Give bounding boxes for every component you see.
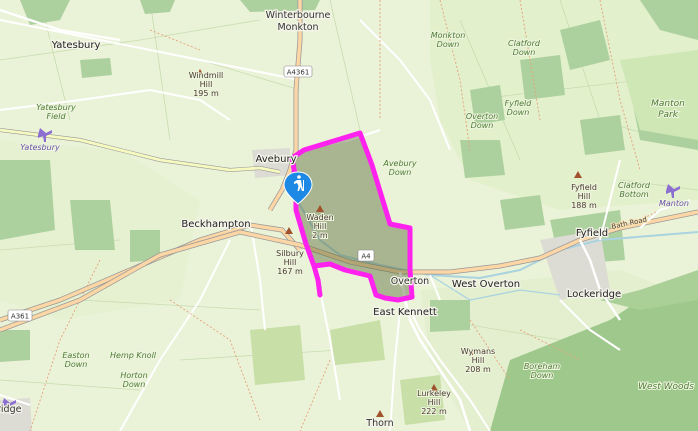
road-shield-a4: A4	[357, 249, 375, 262]
natural-label-avebury-down-2: Down	[389, 168, 412, 177]
hill-label-lurkeley-type: Hill	[428, 398, 441, 407]
hill-label-silbury-type: Hill	[284, 258, 297, 267]
natural-label-horton-down-2: Down	[123, 380, 146, 389]
natural-label-fyfield-down-2: Down	[507, 108, 530, 117]
road-ref-a4361: A4361	[287, 69, 310, 77]
place-label-manton: Manton	[651, 99, 685, 109]
place-label-fyfield: Fyfield	[576, 228, 608, 239]
natural-label-monkton-down-1: Monkton	[431, 31, 466, 40]
hill-label-fyfield-elev: 188 m	[571, 201, 597, 210]
aerodrome-label-partial: ridge	[0, 404, 22, 415]
natural-label-boreham-down-1: Boreham	[524, 362, 561, 371]
natural-label-fyfield-down-1: Fyfield	[505, 99, 533, 108]
hill-label-windmill-elev: 195 m	[193, 89, 219, 98]
hill-label-windmill-name: Windmill	[189, 71, 224, 80]
natural-label-clatford-bottom-2: Bottom	[619, 190, 649, 199]
natural-label-easton-down-1: Easton	[62, 351, 89, 360]
hill-label-fyfield-name: Fyfield	[571, 183, 597, 192]
map-canvas[interactable]: A4361 A361 A4 Bath Road Winterbourne Mon…	[0, 0, 698, 431]
natural-label-avebury-down-1: Avebury	[382, 159, 417, 168]
natural-label-hemp-knoll: Hemp Knoll	[110, 351, 157, 360]
place-label-monkton: Monkton	[277, 22, 318, 33]
natural-label-overton-down-2: Down	[471, 121, 494, 130]
road-ref-a4: A4	[361, 253, 371, 261]
hill-label-waden-name: Waden	[306, 213, 333, 222]
hill-label-wymans-name: Wymans	[461, 347, 495, 356]
map-view[interactable]: A4361 A361 A4 Bath Road Winterbourne Mon…	[0, 0, 698, 431]
place-label-lockeridge: Lockeridge	[567, 289, 621, 300]
natural-label-clatford-bottom-1: Clatford	[618, 181, 651, 190]
natural-label-easton-down-2: Down	[65, 360, 88, 369]
place-label-beckhampton: Beckhampton	[181, 219, 250, 230]
natural-label-yatesbury-field-2: Field	[46, 112, 66, 121]
road-shield-a4361: A4361	[283, 65, 313, 78]
place-label-overton: Overton	[391, 276, 429, 287]
natural-label-monkton-down-2: Down	[437, 40, 460, 49]
natural-label-clatford-down-2: Down	[513, 48, 536, 57]
place-label-manton-park: Park	[658, 110, 679, 120]
place-label-yatesbury: Yatesbury	[51, 40, 101, 51]
aerodrome-label-yatesbury: Yatesbury	[20, 143, 60, 152]
hill-label-silbury-elev: 167 m	[277, 267, 303, 276]
place-label-avebury: Avebury	[255, 154, 296, 165]
natural-label-clatford-down-1: Clatford	[508, 39, 541, 48]
place-label-east-kennett: East Kennett	[373, 307, 437, 318]
hill-label-lurkeley-name: Lurkeley	[417, 389, 451, 398]
place-label-winterbourne: Winterbourne	[266, 10, 331, 21]
natural-label-horton-down-1: Horton	[120, 371, 147, 380]
hill-label-fyfield-type: Hill	[578, 192, 591, 201]
road-shield-a361: A361	[7, 309, 33, 322]
hill-label-lurkeley-elev: 222 m	[421, 407, 447, 416]
hill-label-waden-type: Hill	[314, 222, 327, 231]
hill-label-wymans-elev: 208 m	[465, 365, 491, 374]
natural-label-yatesbury-field-1: Yatesbury	[36, 103, 76, 112]
aerodrome-label-manton: Manton	[659, 199, 689, 208]
hill-label-waden-elev: 2 m	[312, 231, 328, 240]
hill-label-silbury-name: Silbury	[276, 249, 304, 258]
place-label-west-overton: West Overton	[452, 279, 520, 290]
road-ref-a361: A361	[11, 313, 29, 321]
hill-label-wymans-type: Hill	[472, 356, 485, 365]
natural-label-overton-down-1: Overton	[466, 112, 498, 121]
place-label-thorn: Thorn	[365, 418, 393, 429]
natural-label-west-woods: West Woods	[638, 382, 694, 392]
hill-label-windmill-type: Hill	[200, 80, 213, 89]
natural-label-boreham-down-2: Down	[531, 371, 554, 380]
